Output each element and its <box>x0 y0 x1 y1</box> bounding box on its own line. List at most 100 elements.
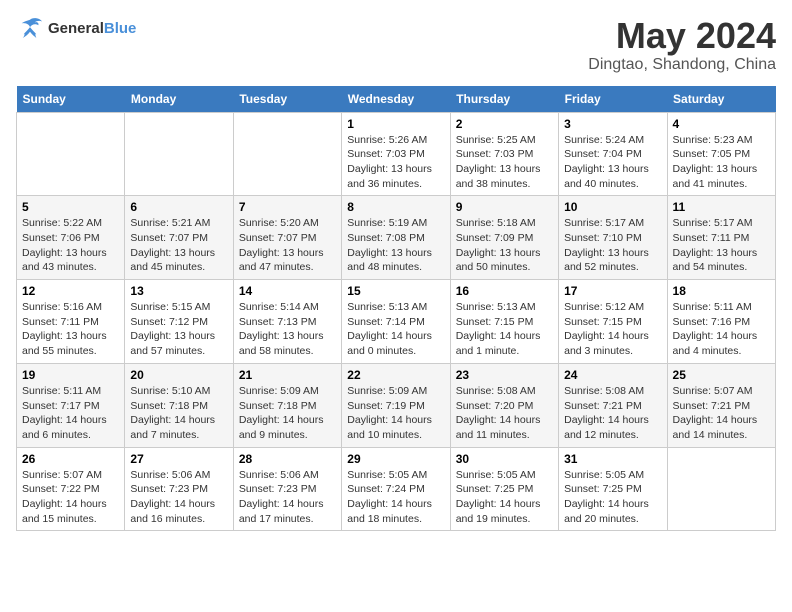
calendar-cell <box>17 112 125 196</box>
weekday-header-tuesday: Tuesday <box>233 86 341 113</box>
day-number: 31 <box>564 452 661 466</box>
day-info: Sunrise: 5:13 AMSunset: 7:14 PMDaylight:… <box>347 300 444 359</box>
weekday-header-friday: Friday <box>559 86 667 113</box>
day-info: Sunrise: 5:13 AMSunset: 7:15 PMDaylight:… <box>456 300 553 359</box>
day-number: 24 <box>564 368 661 382</box>
day-number: 10 <box>564 200 661 214</box>
day-info: Sunrise: 5:16 AMSunset: 7:11 PMDaylight:… <box>22 300 119 359</box>
day-info: Sunrise: 5:19 AMSunset: 7:08 PMDaylight:… <box>347 216 444 275</box>
day-number: 22 <box>347 368 444 382</box>
calendar-cell: 22 Sunrise: 5:09 AMSunset: 7:19 PMDayligh… <box>342 363 450 447</box>
day-info: Sunrise: 5:08 AMSunset: 7:20 PMDaylight:… <box>456 384 553 443</box>
day-number: 8 <box>347 200 444 214</box>
day-info: Sunrise: 5:12 AMSunset: 7:15 PMDaylight:… <box>564 300 661 359</box>
day-info: Sunrise: 5:17 AMSunset: 7:11 PMDaylight:… <box>673 216 770 275</box>
day-info: Sunrise: 5:07 AMSunset: 7:22 PMDaylight:… <box>22 468 119 527</box>
weekday-header-wednesday: Wednesday <box>342 86 450 113</box>
title-block: May 2024 Dingtao, Shandong, China <box>588 16 776 74</box>
calendar-cell: 30Sunrise: 5:05 AMSunset: 7:25 PMDayligh… <box>450 447 558 531</box>
day-info: Sunrise: 5:15 AMSunset: 7:12 PMDaylight:… <box>130 300 227 359</box>
week-row-1: 1Sunrise: 5:26 AMSunset: 7:03 PMDaylight… <box>17 112 776 196</box>
calendar-cell <box>125 112 233 196</box>
weekday-header-thursday: Thursday <box>450 86 558 113</box>
day-number: 29 <box>347 452 444 466</box>
day-number: 14 <box>239 284 336 298</box>
calendar-cell: 19 Sunrise: 5:11 AMSunset: 7:17 PMDayligh… <box>17 363 125 447</box>
calendar-cell: 21 Sunrise: 5:09 AMSunset: 7:18 PMDayligh… <box>233 363 341 447</box>
page-header: GeneralBlue May 2024 Dingtao, Shandong, … <box>16 16 776 74</box>
day-number: 23 <box>456 368 553 382</box>
day-info: Sunrise: 5:09 AMSunset: 7:18 PMDaylight:… <box>239 384 336 443</box>
day-info: Sunrise: 5:24 AMSunset: 7:04 PMDaylight:… <box>564 133 661 192</box>
day-number: 11 <box>673 200 770 214</box>
calendar-cell: 6 Sunrise: 5:21 AMSunset: 7:07 PMDaylight… <box>125 196 233 280</box>
day-number: 7 <box>239 200 336 214</box>
day-info: Sunrise: 5:17 AMSunset: 7:10 PMDaylight:… <box>564 216 661 275</box>
calendar-cell: 8 Sunrise: 5:19 AMSunset: 7:08 PMDaylight… <box>342 196 450 280</box>
week-row-2: 5 Sunrise: 5:22 AMSunset: 7:06 PMDaylight… <box>17 196 776 280</box>
calendar-cell: 18 Sunrise: 5:11 AMSunset: 7:16 PMDayligh… <box>667 280 775 364</box>
day-number: 19 <box>22 368 119 382</box>
day-info: Sunrise: 5:06 AMSunset: 7:23 PMDaylight:… <box>239 468 336 527</box>
day-info: Sunrise: 5:06 AMSunset: 7:23 PMDaylight:… <box>130 468 227 527</box>
calendar-cell <box>233 112 341 196</box>
calendar-cell: 25Sunrise: 5:07 AMSunset: 7:21 PMDayligh… <box>667 363 775 447</box>
location: Dingtao, Shandong, China <box>588 56 776 74</box>
day-number: 17 <box>564 284 661 298</box>
calendar-cell: 3Sunrise: 5:24 AMSunset: 7:04 PMDaylight… <box>559 112 667 196</box>
calendar-cell: 28 Sunrise: 5:06 AMSunset: 7:23 PMDayligh… <box>233 447 341 531</box>
weekday-header-saturday: Saturday <box>667 86 775 113</box>
month-title: May 2024 <box>588 16 776 56</box>
calendar-cell: 1Sunrise: 5:26 AMSunset: 7:03 PMDaylight… <box>342 112 450 196</box>
day-info: Sunrise: 5:26 AMSunset: 7:03 PMDaylight:… <box>347 133 444 192</box>
day-number: 21 <box>239 368 336 382</box>
calendar-cell: 11 Sunrise: 5:17 AMSunset: 7:11 PMDayligh… <box>667 196 775 280</box>
day-number: 30 <box>456 452 553 466</box>
calendar-cell: 7Sunrise: 5:20 AMSunset: 7:07 PMDaylight… <box>233 196 341 280</box>
calendar-cell: 9Sunrise: 5:18 AMSunset: 7:09 PMDaylight… <box>450 196 558 280</box>
day-number: 25 <box>673 368 770 382</box>
day-info: Sunrise: 5:21 AMSunset: 7:07 PMDaylight:… <box>130 216 227 275</box>
weekday-header-sunday: Sunday <box>17 86 125 113</box>
calendar-cell: 10 Sunrise: 5:17 AMSunset: 7:10 PMDayligh… <box>559 196 667 280</box>
day-info: Sunrise: 5:22 AMSunset: 7:06 PMDaylight:… <box>22 216 119 275</box>
day-info: Sunrise: 5:09 AMSunset: 7:19 PMDaylight:… <box>347 384 444 443</box>
weekday-header-row: SundayMondayTuesdayWednesdayThursdayFrid… <box>17 86 776 113</box>
day-info: Sunrise: 5:11 AMSunset: 7:17 PMDaylight:… <box>22 384 119 443</box>
day-info: Sunrise: 5:08 AMSunset: 7:21 PMDaylight:… <box>564 384 661 443</box>
calendar-cell: 12 Sunrise: 5:16 AMSunset: 7:11 PMDayligh… <box>17 280 125 364</box>
day-number: 2 <box>456 117 553 131</box>
calendar-cell: 23 Sunrise: 5:08 AMSunset: 7:20 PMDayligh… <box>450 363 558 447</box>
day-number: 20 <box>130 368 227 382</box>
logo-text: GeneralBlue <box>48 20 136 37</box>
calendar-cell: 14 Sunrise: 5:14 AMSunset: 7:13 PMDayligh… <box>233 280 341 364</box>
day-number: 4 <box>673 117 770 131</box>
day-info: Sunrise: 5:10 AMSunset: 7:18 PMDaylight:… <box>130 384 227 443</box>
week-row-5: 26 Sunrise: 5:07 AMSunset: 7:22 PMDayligh… <box>17 447 776 531</box>
day-number: 28 <box>239 452 336 466</box>
day-info: Sunrise: 5:11 AMSunset: 7:16 PMDaylight:… <box>673 300 770 359</box>
calendar-cell: 26 Sunrise: 5:07 AMSunset: 7:22 PMDayligh… <box>17 447 125 531</box>
logo-icon <box>16 16 44 40</box>
calendar-cell: 27 Sunrise: 5:06 AMSunset: 7:23 PMDayligh… <box>125 447 233 531</box>
day-number: 9 <box>456 200 553 214</box>
day-info: Sunrise: 5:05 AMSunset: 7:24 PMDaylight:… <box>347 468 444 527</box>
day-info: Sunrise: 5:14 AMSunset: 7:13 PMDaylight:… <box>239 300 336 359</box>
day-number: 5 <box>22 200 119 214</box>
week-row-4: 19 Sunrise: 5:11 AMSunset: 7:17 PMDayligh… <box>17 363 776 447</box>
calendar-cell: 20 Sunrise: 5:10 AMSunset: 7:18 PMDayligh… <box>125 363 233 447</box>
calendar-cell: 16 Sunrise: 5:13 AMSunset: 7:15 PMDayligh… <box>450 280 558 364</box>
day-number: 12 <box>22 284 119 298</box>
calendar-cell: 31 Sunrise: 5:05 AMSunset: 7:25 PMDayligh… <box>559 447 667 531</box>
day-number: 16 <box>456 284 553 298</box>
logo: GeneralBlue <box>16 16 136 40</box>
calendar-cell: 4Sunrise: 5:23 AMSunset: 7:05 PMDaylight… <box>667 112 775 196</box>
day-number: 18 <box>673 284 770 298</box>
calendar-cell: 24 Sunrise: 5:08 AMSunset: 7:21 PMDayligh… <box>559 363 667 447</box>
day-info: Sunrise: 5:05 AMSunset: 7:25 PMDaylight:… <box>564 468 661 527</box>
day-number: 15 <box>347 284 444 298</box>
day-number: 6 <box>130 200 227 214</box>
calendar-cell: 17 Sunrise: 5:12 AMSunset: 7:15 PMDayligh… <box>559 280 667 364</box>
day-number: 26 <box>22 452 119 466</box>
day-number: 27 <box>130 452 227 466</box>
